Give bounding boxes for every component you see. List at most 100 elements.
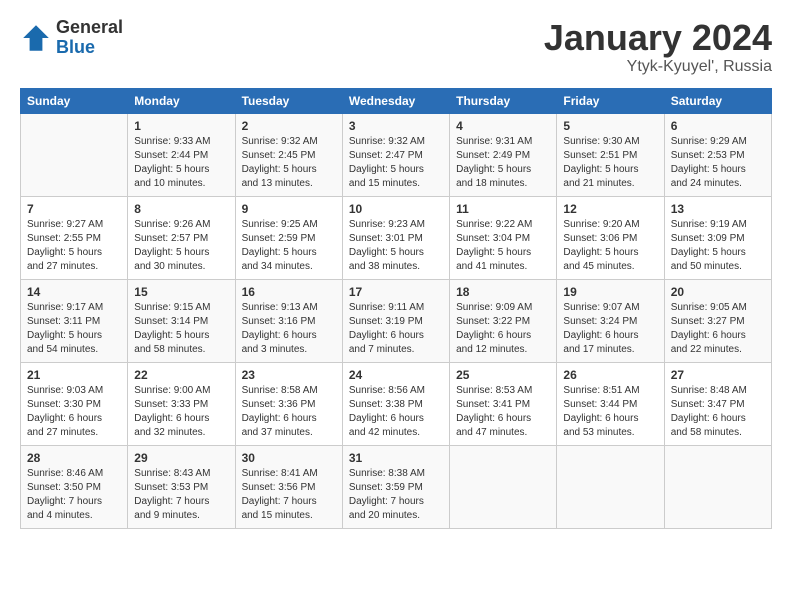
day-info: Sunrise: 9:13 AM Sunset: 3:16 PM Dayligh… (242, 301, 336, 357)
calendar-cell: 29 Sunrise: 8:43 AM Sunset: 3:53 PM Dayli… (128, 445, 235, 528)
calendar-cell: 23 Sunrise: 8:58 AM Sunset: 3:36 PM Dayli… (235, 362, 342, 445)
col-monday: Monday (128, 88, 235, 113)
day-number: 12 (563, 202, 657, 216)
day-number: 17 (349, 285, 443, 299)
calendar-cell: 21Sunrise: 9:03 AM Sunset: 3:30 PM Dayli… (21, 362, 128, 445)
day-info: Sunrise: 8:43 AM Sunset: 3:53 PM Dayligh… (134, 467, 228, 523)
day-info: Sunrise: 9:00 AM Sunset: 3:33 PM Dayligh… (134, 384, 228, 440)
day-info: Sunrise: 9:07 AM Sunset: 3:24 PM Dayligh… (563, 301, 657, 357)
day-info: Sunrise: 9:11 AM Sunset: 3:19 PM Dayligh… (349, 301, 443, 357)
day-info: Sunrise: 9:20 AM Sunset: 3:06 PM Dayligh… (563, 218, 657, 274)
day-number: 14 (27, 285, 121, 299)
day-number: 4 (456, 119, 550, 133)
day-number: 23 (242, 368, 336, 382)
day-number: 21 (27, 368, 121, 382)
day-number: 27 (671, 368, 765, 382)
calendar-cell: 2 Sunrise: 9:32 AM Sunset: 2:45 PM Daylig… (235, 113, 342, 196)
day-number: 15 (134, 285, 228, 299)
calendar-cell: 17 Sunrise: 9:11 AM Sunset: 3:19 PM Dayli… (342, 279, 449, 362)
calendar-cell: 22 Sunrise: 9:00 AM Sunset: 3:33 PM Dayli… (128, 362, 235, 445)
day-info: Sunrise: 8:58 AM Sunset: 3:36 PM Dayligh… (242, 384, 336, 440)
day-number: 20 (671, 285, 765, 299)
logo-text: General Blue (56, 18, 123, 58)
day-number: 6 (671, 119, 765, 133)
col-wednesday: Wednesday (342, 88, 449, 113)
calendar-cell (664, 445, 771, 528)
calendar-cell: 27 Sunrise: 8:48 AM Sunset: 3:47 PM Dayli… (664, 362, 771, 445)
calendar-cell: 19 Sunrise: 9:07 AM Sunset: 3:24 PM Dayli… (557, 279, 664, 362)
day-number: 10 (349, 202, 443, 216)
day-info: Sunrise: 8:38 AM Sunset: 3:59 PM Dayligh… (349, 467, 443, 523)
day-info: Sunrise: 9:09 AM Sunset: 3:22 PM Dayligh… (456, 301, 550, 357)
calendar-cell: 8 Sunrise: 9:26 AM Sunset: 2:57 PM Daylig… (128, 196, 235, 279)
day-info: Sunrise: 9:25 AM Sunset: 2:59 PM Dayligh… (242, 218, 336, 274)
day-info: Sunrise: 9:26 AM Sunset: 2:57 PM Dayligh… (134, 218, 228, 274)
logo-icon (20, 22, 52, 54)
calendar-cell (557, 445, 664, 528)
day-number: 9 (242, 202, 336, 216)
day-info: Sunrise: 9:29 AM Sunset: 2:53 PM Dayligh… (671, 135, 765, 191)
calendar-week-2: 7 Sunrise: 9:27 AM Sunset: 2:55 PM Daylig… (21, 196, 772, 279)
calendar-cell: 10 Sunrise: 9:23 AM Sunset: 3:01 PM Dayli… (342, 196, 449, 279)
calendar-cell: 11 Sunrise: 9:22 AM Sunset: 3:04 PM Dayli… (450, 196, 557, 279)
day-info: Sunrise: 8:41 AM Sunset: 3:56 PM Dayligh… (242, 467, 336, 523)
day-info: Sunrise: 9:05 AM Sunset: 3:27 PM Dayligh… (671, 301, 765, 357)
col-tuesday: Tuesday (235, 88, 342, 113)
day-info: Sunrise: 9:27 AM Sunset: 2:55 PM Dayligh… (27, 218, 121, 274)
title-block: January 2024 Ytyk-Kyuyel', Russia (544, 18, 772, 76)
day-info: Sunrise: 9:17 AM Sunset: 3:11 PM Dayligh… (27, 301, 121, 357)
day-number: 19 (563, 285, 657, 299)
calendar-cell: 30 Sunrise: 8:41 AM Sunset: 3:56 PM Dayli… (235, 445, 342, 528)
calendar-cell: 28Sunrise: 8:46 AM Sunset: 3:50 PM Dayli… (21, 445, 128, 528)
calendar-table: Sunday Monday Tuesday Wednesday Thursday… (20, 88, 772, 529)
day-number: 31 (349, 451, 443, 465)
calendar-cell: 18Sunrise: 9:09 AM Sunset: 3:22 PM Dayli… (450, 279, 557, 362)
col-sunday: Sunday (21, 88, 128, 113)
day-info: Sunrise: 8:51 AM Sunset: 3:44 PM Dayligh… (563, 384, 657, 440)
col-friday: Friday (557, 88, 664, 113)
title-location: Ytyk-Kyuyel', Russia (544, 58, 772, 76)
calendar-cell: 12 Sunrise: 9:20 AM Sunset: 3:06 PM Dayli… (557, 196, 664, 279)
day-number: 30 (242, 451, 336, 465)
day-info: Sunrise: 9:32 AM Sunset: 2:47 PM Dayligh… (349, 135, 443, 191)
calendar-cell (450, 445, 557, 528)
calendar-cell: 3 Sunrise: 9:32 AM Sunset: 2:47 PM Daylig… (342, 113, 449, 196)
day-number: 11 (456, 202, 550, 216)
calendar-cell (21, 113, 128, 196)
day-info: Sunrise: 9:23 AM Sunset: 3:01 PM Dayligh… (349, 218, 443, 274)
page: General Blue January 2024 Ytyk-Kyuyel', … (0, 0, 792, 612)
day-info: Sunrise: 9:30 AM Sunset: 2:51 PM Dayligh… (563, 135, 657, 191)
logo: General Blue (20, 18, 123, 58)
col-saturday: Saturday (664, 88, 771, 113)
day-number: 1 (134, 119, 228, 133)
calendar-cell: 14 Sunrise: 9:17 AM Sunset: 3:11 PM Dayli… (21, 279, 128, 362)
calendar-cell: 31 Sunrise: 8:38 AM Sunset: 3:59 PM Dayli… (342, 445, 449, 528)
logo-general-text: General (56, 18, 123, 38)
title-month: January 2024 (544, 18, 772, 58)
day-number: 22 (134, 368, 228, 382)
day-info: Sunrise: 9:22 AM Sunset: 3:04 PM Dayligh… (456, 218, 550, 274)
header: General Blue January 2024 Ytyk-Kyuyel', … (20, 18, 772, 76)
day-number: 3 (349, 119, 443, 133)
day-number: 2 (242, 119, 336, 133)
day-info: Sunrise: 8:53 AM Sunset: 3:41 PM Dayligh… (456, 384, 550, 440)
calendar-cell: 25Sunrise: 8:53 AM Sunset: 3:41 PM Dayli… (450, 362, 557, 445)
calendar-cell: 15 Sunrise: 9:15 AM Sunset: 3:14 PM Dayli… (128, 279, 235, 362)
calendar-week-5: 28Sunrise: 8:46 AM Sunset: 3:50 PM Dayli… (21, 445, 772, 528)
calendar-header: Sunday Monday Tuesday Wednesday Thursday… (21, 88, 772, 113)
day-info: Sunrise: 9:33 AM Sunset: 2:44 PM Dayligh… (134, 135, 228, 191)
col-thursday: Thursday (450, 88, 557, 113)
day-number: 29 (134, 451, 228, 465)
day-number: 7 (27, 202, 121, 216)
day-info: Sunrise: 8:56 AM Sunset: 3:38 PM Dayligh… (349, 384, 443, 440)
day-number: 5 (563, 119, 657, 133)
day-number: 28 (27, 451, 121, 465)
calendar-cell: 26Sunrise: 8:51 AM Sunset: 3:44 PM Dayli… (557, 362, 664, 445)
calendar-cell: 7 Sunrise: 9:27 AM Sunset: 2:55 PM Daylig… (21, 196, 128, 279)
day-info: Sunrise: 9:15 AM Sunset: 3:14 PM Dayligh… (134, 301, 228, 357)
calendar-week-3: 14 Sunrise: 9:17 AM Sunset: 3:11 PM Dayli… (21, 279, 772, 362)
day-info: Sunrise: 8:48 AM Sunset: 3:47 PM Dayligh… (671, 384, 765, 440)
day-number: 8 (134, 202, 228, 216)
calendar-cell: 24Sunrise: 8:56 AM Sunset: 3:38 PM Dayli… (342, 362, 449, 445)
day-info: Sunrise: 9:32 AM Sunset: 2:45 PM Dayligh… (242, 135, 336, 191)
